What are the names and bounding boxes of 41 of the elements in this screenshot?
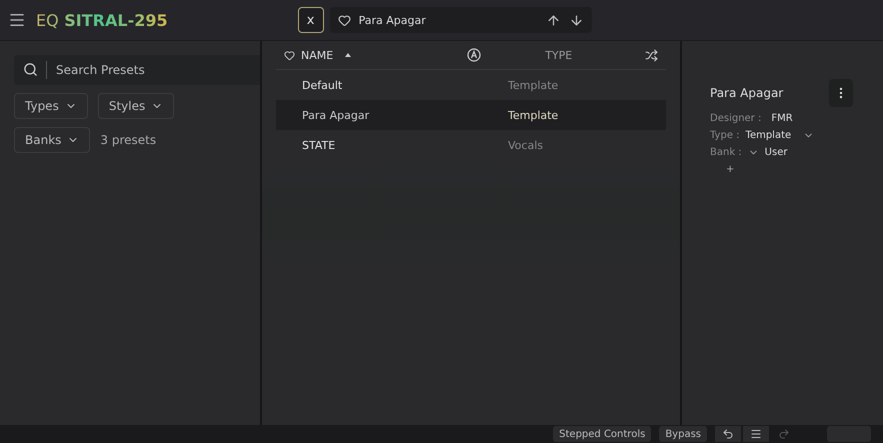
shuffle-icon[interactable] xyxy=(645,48,658,62)
preset-row[interactable]: Para Apagar Template xyxy=(276,100,666,130)
preset-row[interactable]: Default Template xyxy=(276,70,666,100)
preset-row[interactable]: STATE Vocals xyxy=(276,130,666,160)
preset-type: Template xyxy=(508,108,558,122)
preset-name: Default xyxy=(302,78,344,92)
search-field[interactable]: Search Presets xyxy=(14,55,260,85)
type-value[interactable]: Template xyxy=(746,130,792,141)
preset-name: STATE xyxy=(302,138,336,152)
heart-icon[interactable] xyxy=(284,50,295,60)
preset-title: Para Apagar xyxy=(710,86,784,100)
redo-icon xyxy=(778,428,790,440)
designer-label: Designer : xyxy=(710,113,762,124)
filter-dropdown[interactable]: Banks xyxy=(14,127,90,153)
designer-value: FMR xyxy=(771,113,793,124)
bank-label: Bank : xyxy=(710,147,742,158)
undo-icon xyxy=(722,428,734,440)
status-button[interactable]: Stepped Controls xyxy=(553,426,652,442)
preset-count: 3 presets xyxy=(100,133,156,147)
menu-button[interactable] xyxy=(743,426,769,442)
column-header[interactable]: NAME xyxy=(301,48,334,62)
heart-icon[interactable] xyxy=(338,14,351,26)
preset-selector[interactable]: Para Apagar xyxy=(330,7,592,33)
next-arrow-icon[interactable] xyxy=(568,12,584,28)
menu-icon[interactable] xyxy=(8,11,26,29)
type-label: Type : xyxy=(710,130,740,141)
column-header[interactable]: TYPE xyxy=(545,48,572,62)
filter-dropdown[interactable]: Types xyxy=(14,93,88,119)
menu-icon xyxy=(750,428,762,440)
search-icon xyxy=(23,62,38,77)
close-button[interactable]: x xyxy=(298,7,324,33)
add-button[interactable]: + xyxy=(726,164,883,175)
circle-a-icon[interactable] xyxy=(467,48,482,62)
undo-button[interactable] xyxy=(715,426,741,442)
preset-type: Vocals xyxy=(508,138,543,152)
preset-type: Template xyxy=(508,78,558,92)
sort-icon xyxy=(345,53,352,57)
filter-dropdown[interactable]: Styles xyxy=(98,93,174,119)
preset-name: Para Apagar xyxy=(302,108,370,122)
status-button[interactable]: Bypass xyxy=(659,426,707,442)
bank-value[interactable]: User xyxy=(764,147,788,158)
